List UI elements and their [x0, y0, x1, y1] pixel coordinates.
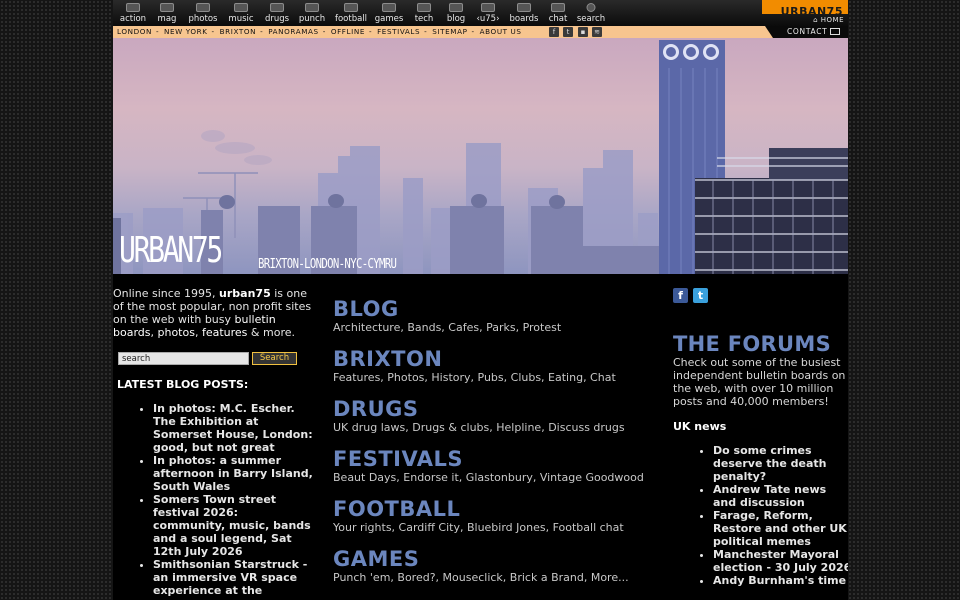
flickr-icon[interactable]: ▪ — [578, 27, 588, 37]
forums-title[interactable]: THE FORUMS — [673, 332, 831, 356]
mail-icon — [830, 28, 841, 35]
subnav-link-festivals[interactable]: FESTIVALS — [377, 27, 420, 36]
nav-item-photos[interactable]: photos — [185, 0, 221, 26]
section-links-football[interactable]: Your rights, Cardiff City, Bluebird Jone… — [333, 521, 663, 535]
subnav-link-new-york[interactable]: NEW YORK — [164, 27, 207, 36]
rss-icon[interactable]: ≋ — [592, 27, 602, 37]
section-title-brixton[interactable]: BRIXTON — [333, 347, 663, 371]
subnav-link-sitemap[interactable]: SITEMAP — [432, 27, 467, 36]
facebook-icon[interactable]: f — [673, 288, 688, 303]
nav-item-search[interactable]: search — [575, 0, 607, 26]
subnav-link-panoramas[interactable]: PANORAMAS — [268, 27, 319, 36]
site-name: urban75 — [219, 287, 271, 300]
features-link[interactable]: features — [202, 326, 247, 339]
page-container: action mag photos music drugs punch foot… — [113, 0, 848, 600]
subnav-link-london[interactable]: LONDON — [117, 27, 152, 36]
nav-item-football[interactable]: football — [332, 0, 370, 26]
banner-subtitle: BRIXTON-LONDON-NYC-CYMRU — [258, 257, 397, 272]
twitter-icon[interactable]: t — [693, 288, 708, 303]
section-title-drugs[interactable]: DRUGS — [333, 397, 663, 421]
top-nav: action mag photos music drugs punch foot… — [113, 0, 848, 26]
nav-item-action[interactable]: action — [115, 0, 151, 26]
section-links-blog[interactable]: Architecture, Bands, Cafes, Parks, Prote… — [333, 321, 663, 335]
intro-text: Online since 1995, urban75 is one of the… — [113, 287, 312, 339]
nav-item-games[interactable]: games — [372, 0, 406, 26]
home-link[interactable]: ⌂ HOME — [762, 14, 848, 26]
twitter-icon[interactable]: t — [563, 27, 573, 37]
banner-title: URBAN75 — [119, 230, 223, 271]
search-button[interactable]: Search — [252, 352, 297, 365]
football-icon — [344, 3, 358, 12]
nav-item-tech[interactable]: tech — [411, 0, 437, 26]
forums-description: Check out some of the busiest independen… — [673, 356, 846, 408]
section-football: FOOTBALL Your rights, Cardiff City, Blue… — [333, 497, 663, 547]
latest-blog-heading: LATEST BLOG POSTS: — [117, 378, 249, 391]
section-links-drugs[interactable]: UK drug laws, Drugs & clubs, Helpline, D… — [333, 421, 663, 435]
blog-post-link[interactable]: In photos: M.C. Escher. The Exhibition a… — [153, 402, 313, 454]
section-brixton: BRIXTON Features, Photos, History, Pubs,… — [333, 347, 663, 397]
blog-post-list: In photos: M.C. Escher. The Exhibition a… — [153, 402, 313, 597]
uk-news-list: Do some crimes deserve the death penalty… — [713, 444, 848, 587]
games-icon — [382, 3, 396, 12]
blog-post-link[interactable]: Somers Town street festival 2026: commun… — [153, 493, 313, 558]
photos-link[interactable]: photos — [158, 326, 195, 339]
contact-link[interactable]: CONTACT — [773, 26, 848, 38]
section-blog: BLOG Architecture, Bands, Cafes, Parks, … — [333, 297, 663, 347]
sub-nav: LONDON - NEW YORK - BRIXTON - PANORAMAS - OF… — [113, 26, 848, 38]
nav-item-chat[interactable]: chat — [545, 0, 571, 26]
section-links-games[interactable]: Punch 'em, Bored?, Mouseclick, Brick a B… — [333, 571, 663, 585]
section-drugs: DRUGS UK drug laws, Drugs & clubs, Helpl… — [333, 397, 663, 447]
blog-post-link[interactable]: Smithsonian Starstruck - an immersive VR… — [153, 558, 313, 597]
section-links-brixton[interactable]: Features, Photos, History, Pubs, Clubs, … — [333, 371, 663, 385]
photos-icon — [196, 3, 210, 12]
news-thread-link[interactable]: Manchester Mayoral election - 30 July 20… — [713, 548, 848, 574]
blog-icon — [449, 3, 463, 12]
nav-item-mag[interactable]: mag — [153, 0, 181, 26]
search-input[interactable] — [118, 352, 249, 365]
section-title-blog[interactable]: BLOG — [333, 297, 663, 321]
search-icon — [586, 3, 596, 12]
section-games: GAMES Punch 'em, Bored?, Mouseclick, Bri… — [333, 547, 663, 597]
tech-icon — [417, 3, 431, 12]
chat-icon — [551, 3, 565, 12]
header-banner[interactable]: URBAN75 BRIXTON-LONDON-NYC-CYMRU — [113, 38, 848, 274]
nav-item-boards[interactable]: boards — [507, 0, 541, 26]
subnav-link-offline[interactable]: OFFLINE — [331, 27, 365, 36]
blog-post-link[interactable]: In photos: a summer afternoon in Barry I… — [153, 454, 313, 493]
skyline-image — [113, 40, 848, 274]
nav-item-u75[interactable]: ‹u75› — [475, 0, 501, 26]
sub-nav-links: LONDON - NEW YORK - BRIXTON - PANORAMAS - OF… — [117, 27, 522, 36]
section-title-festivals[interactable]: FESTIVALS — [333, 447, 663, 471]
boards-icon — [517, 3, 531, 12]
nav-item-drugs[interactable]: drugs — [262, 0, 292, 26]
nav-item-punch[interactable]: punch — [296, 0, 328, 26]
drugs-icon — [270, 3, 284, 12]
mag-icon — [160, 3, 174, 12]
contact-tab-edge — [765, 26, 773, 38]
section-links-festivals[interactable]: Beaut Days, Endorse it, Glastonbury, Vin… — [333, 471, 663, 485]
nav-item-blog[interactable]: blog — [443, 0, 469, 26]
section-festivals: FESTIVALS Beaut Days, Endorse it, Glasto… — [333, 447, 663, 497]
section-title-games[interactable]: GAMES — [333, 547, 663, 571]
news-thread-link[interactable]: Do some crimes deserve the death penalty… — [713, 444, 848, 483]
news-thread-link[interactable]: Farage, Reform, Restore and other UK pol… — [713, 509, 848, 548]
music-icon — [234, 3, 248, 12]
section-list: BLOG Architecture, Bands, Cafes, Parks, … — [333, 297, 663, 597]
news-thread-link[interactable]: Andrew Tate news and discussion — [713, 483, 848, 509]
uk-news-heading: UK news — [673, 420, 727, 433]
facebook-icon[interactable]: f — [549, 27, 559, 37]
nav-item-music[interactable]: music — [225, 0, 257, 26]
punch-icon — [305, 3, 319, 12]
subnav-link-about-us[interactable]: ABOUT US — [480, 27, 522, 36]
site-logo[interactable]: URBAN75 — [762, 0, 848, 18]
subnav-link-brixton[interactable]: BRIXTON — [220, 27, 256, 36]
u75-icon — [481, 3, 495, 12]
news-thread-link[interactable]: Andy Burnham's time — [713, 574, 848, 587]
action-icon — [126, 3, 140, 12]
section-title-football[interactable]: FOOTBALL — [333, 497, 663, 521]
